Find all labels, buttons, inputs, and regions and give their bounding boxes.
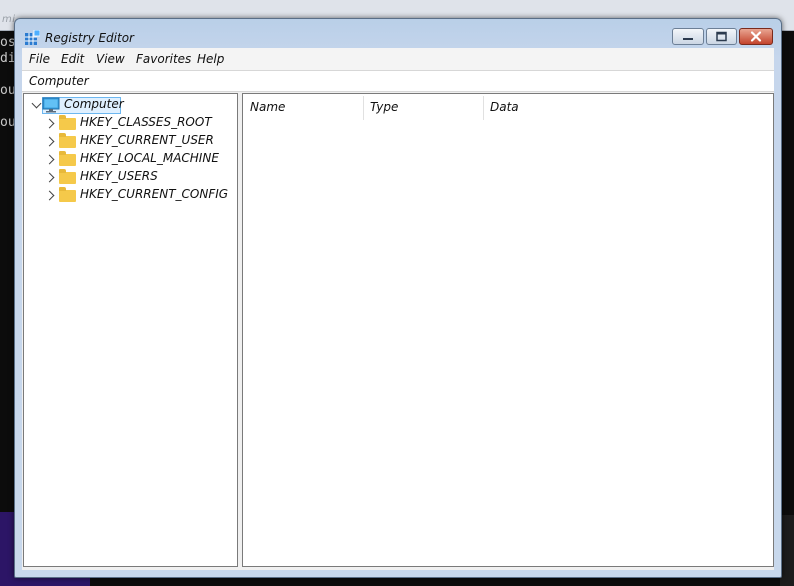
column-divider[interactable] [363, 96, 364, 120]
folder-icon [59, 115, 76, 130]
desktop-strip [780, 515, 794, 586]
folder-icon [59, 169, 76, 184]
tree-item-label: HKEY_USERS [80, 169, 158, 183]
tree-item-hkey-current-config[interactable]: HKEY_CURRENT_CONFIG [24, 186, 234, 204]
address-bar[interactable]: Computer [22, 70, 774, 92]
tree-item-label: HKEY_LOCAL_MACHINE [80, 151, 219, 165]
chevron-right-icon[interactable] [44, 118, 55, 129]
tree-item-hkey-local-machine[interactable]: HKEY_LOCAL_MACHINE [24, 150, 234, 168]
menu-help[interactable]: Help [197, 52, 224, 66]
column-header-name[interactable]: Name [250, 100, 285, 120]
menu-edit[interactable]: Edit [61, 52, 84, 66]
chevron-right-icon[interactable] [44, 136, 55, 147]
maximize-icon [716, 31, 727, 42]
menu-file[interactable]: File [29, 52, 50, 66]
tree-item-label: HKEY_CURRENT_USER [80, 133, 214, 147]
tree-item-label: Computer [64, 97, 124, 111]
column-divider[interactable] [483, 96, 484, 120]
tree-item-hkey-classes-root[interactable]: HKEY_CLASSES_ROOT [24, 114, 234, 132]
window-title: Registry Editor [45, 31, 134, 45]
registry-icon [25, 30, 40, 45]
menu-view[interactable]: View [96, 52, 125, 66]
chevron-right-icon[interactable] [44, 154, 55, 165]
tree-item-computer[interactable]: Computer [24, 96, 234, 114]
folder-icon [59, 151, 76, 166]
key-tree-pane[interactable]: Computer HKEY_CLASSES_ROOT HKEY_CURRENT_… [23, 93, 238, 567]
chevron-right-icon[interactable] [44, 172, 55, 183]
chevron-down-icon[interactable] [31, 98, 42, 109]
column-header-type[interactable]: Type [370, 100, 398, 120]
menu-bar: File Edit View Favorites Help [22, 48, 774, 70]
computer-icon [42, 97, 60, 113]
column-header-data[interactable]: Data [490, 100, 519, 120]
values-list-pane[interactable]: Name Type Data [242, 93, 774, 567]
close-button[interactable] [739, 28, 773, 45]
menu-favorites[interactable]: Favorites [136, 52, 191, 66]
address-path[interactable]: Computer [29, 74, 89, 88]
chevron-right-icon[interactable] [44, 190, 55, 201]
minimize-icon [683, 38, 693, 40]
close-icon [750, 31, 762, 42]
registry-editor-window: Registry Editor File Edit View Favorites… [14, 18, 782, 578]
folder-icon [59, 133, 76, 148]
folder-icon [59, 187, 76, 202]
maximize-button[interactable] [706, 28, 737, 45]
tree-item-label: HKEY_CLASSES_ROOT [80, 115, 212, 129]
window-client-area: File Edit View Favorites Help Computer C… [22, 48, 774, 570]
tree-item-hkey-users[interactable]: HKEY_USERS [24, 168, 234, 186]
tree-item-hkey-current-user[interactable]: HKEY_CURRENT_USER [24, 132, 234, 150]
tree-item-label: HKEY_CURRENT_CONFIG [80, 187, 229, 201]
minimize-button[interactable] [672, 28, 704, 45]
